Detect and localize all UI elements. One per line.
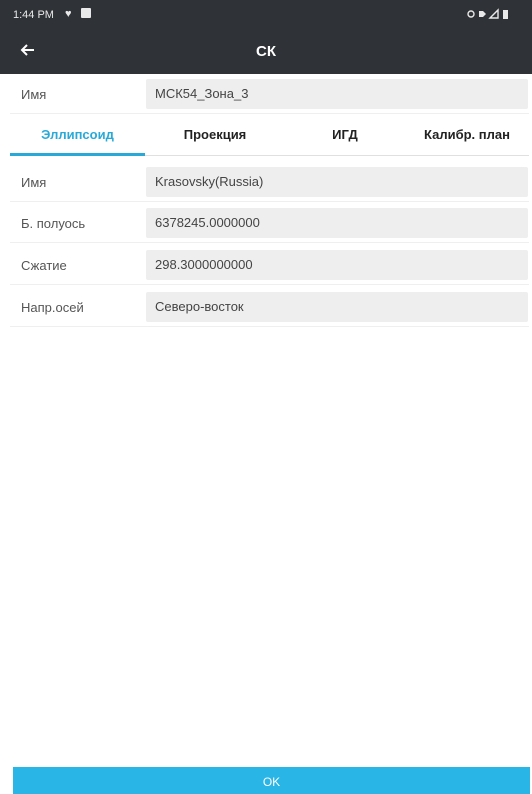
notification-heart-icon: ♥ bbox=[65, 8, 72, 20]
ellipsoid-name-field[interactable]: Krasovsky(Russia) bbox=[146, 167, 528, 197]
app-bar: СК bbox=[0, 30, 532, 74]
tab-calibration-plan-label: Калибр. план bbox=[424, 127, 510, 142]
name-row: Имя МСК54_Зона_3 bbox=[10, 74, 529, 114]
notification-square-icon bbox=[81, 8, 91, 18]
tab-ellipsoid[interactable]: Эллипсоид bbox=[10, 114, 145, 156]
status-indicators-icon bbox=[467, 8, 508, 19]
ellipsoid-name-label: Имя bbox=[21, 175, 47, 190]
tab-bar: Эллипсоид Проекция ИГД Калибр. план bbox=[10, 114, 529, 156]
semi-major-axis-label: Б. полуось bbox=[21, 216, 86, 231]
screen: 1:44 PM ♥ СК Имя МСК54_Зона_3 Эллипсоид bbox=[0, 0, 532, 794]
name-field[interactable]: МСК54_Зона_3 bbox=[146, 79, 528, 109]
tab-projection-label: Проекция bbox=[183, 127, 247, 142]
ok-button[interactable]: OK bbox=[13, 767, 530, 794]
axis-direction-label: Напр.осей bbox=[21, 300, 84, 315]
tab-igd[interactable]: ИГД bbox=[285, 114, 405, 155]
flattening-field[interactable]: 298.3000000000 bbox=[146, 250, 528, 280]
flattening-label: Сжатие bbox=[21, 258, 67, 273]
page-title: СК bbox=[256, 43, 276, 60]
status-time: 1:44 PM bbox=[13, 9, 54, 21]
status-right-icons bbox=[466, 8, 512, 23]
axis-direction-field[interactable]: Северо-восток bbox=[146, 292, 528, 322]
semi-major-axis-row: Б. полуось 6378245.0000000 bbox=[10, 203, 529, 243]
tab-calibration-plan[interactable]: Калибр. план bbox=[405, 114, 529, 155]
tab-projection[interactable]: Проекция bbox=[145, 114, 285, 155]
tab-ellipsoid-label: Эллипсоид bbox=[41, 127, 114, 142]
flattening-row: Сжатие 298.3000000000 bbox=[10, 245, 529, 285]
active-tab-indicator bbox=[10, 153, 145, 156]
axis-direction-row: Напр.осей Северо-восток bbox=[10, 287, 529, 327]
tab-igd-label: ИГД bbox=[332, 127, 358, 142]
status-bar: 1:44 PM ♥ bbox=[0, 0, 532, 30]
name-label: Имя bbox=[21, 87, 47, 102]
semi-major-axis-field[interactable]: 6378245.0000000 bbox=[146, 208, 528, 238]
ellipsoid-name-row: Имя Krasovsky(Russia) bbox=[10, 162, 529, 202]
